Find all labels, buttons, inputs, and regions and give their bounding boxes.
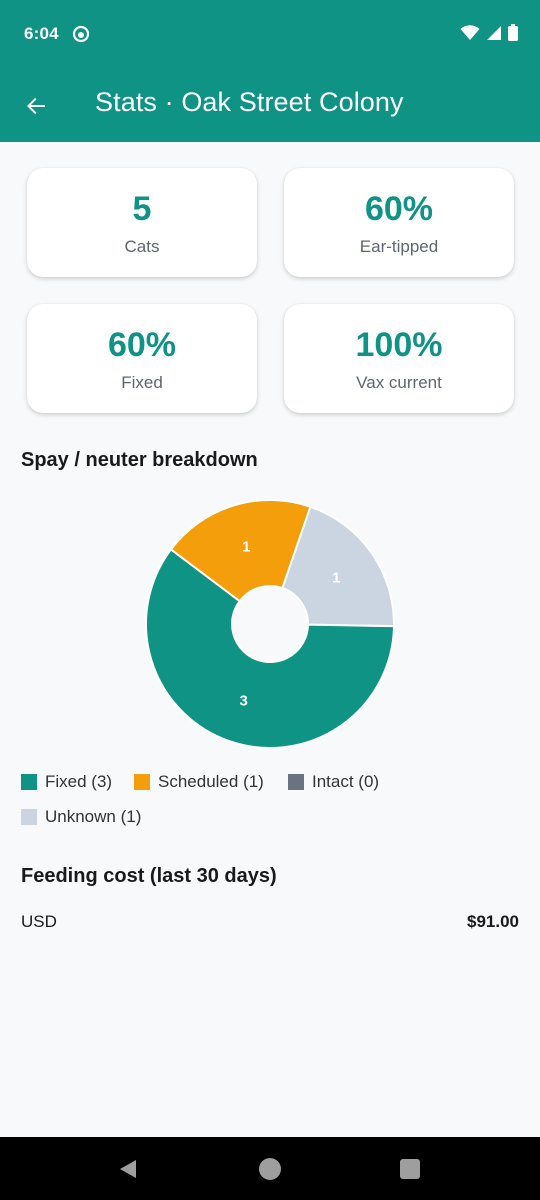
legend-label: Fixed (3)	[45, 772, 113, 791]
status-bar: 6:04	[0, 0, 540, 70]
stat-card-vax-current: 100% Vax current	[284, 304, 514, 413]
nav-recents-button[interactable]	[396, 1155, 424, 1183]
donut-data-label-unknown: 1	[332, 570, 340, 587]
circle-home-icon	[259, 1158, 281, 1180]
stat-value: 60%	[364, 190, 434, 228]
spay-donut-chart: 1 3 1	[0, 490, 540, 760]
status-time: 6:04	[24, 24, 59, 43]
stat-label: Fixed	[121, 373, 163, 392]
donut-data-label-scheduled: 1	[242, 539, 250, 556]
legend-label: Scheduled (1)	[158, 772, 264, 791]
legend-item-fixed: Fixed (3)	[21, 772, 112, 792]
currency-label: USD	[21, 912, 57, 931]
battery-icon	[508, 24, 518, 41]
status-icons	[460, 24, 518, 41]
stat-value: 100%	[355, 326, 443, 364]
signal-icon	[487, 25, 501, 40]
legend-item-intact: Intact (0)	[288, 772, 379, 792]
nav-home-button[interactable]	[256, 1155, 284, 1183]
app-bar: Stats · Oak Street Colony	[0, 70, 540, 142]
donut-chart-svg: 1 3 1	[145, 499, 396, 749]
nav-back-button[interactable]	[114, 1155, 142, 1183]
legend-swatch	[21, 774, 37, 790]
feeding-section-title: Feeding cost (last 30 days)	[21, 865, 277, 887]
triangle-back-icon	[120, 1160, 136, 1178]
stat-card-ear-tipped: 60% Ear-tipped	[284, 168, 514, 277]
donut-data-label-fixed: 3	[239, 693, 247, 710]
stat-card-fixed: 60% Fixed	[27, 304, 257, 413]
legend-swatch	[21, 809, 37, 825]
system-nav-bar	[0, 1137, 540, 1200]
square-recents-icon	[400, 1159, 420, 1179]
legend-item-unknown: Unknown (1)	[21, 807, 141, 827]
arrow-back-icon	[27, 97, 45, 115]
legend-swatch	[134, 774, 150, 790]
stat-label: Ear-tipped	[359, 237, 439, 256]
legend-item-scheduled: Scheduled (1)	[134, 772, 264, 792]
stat-value: 5	[132, 190, 152, 228]
cost-amount: $91.00	[467, 912, 519, 931]
wifi-icon	[460, 24, 480, 40]
stat-label: Vax current	[356, 373, 442, 392]
spay-section-title: Spay / neuter breakdown	[21, 449, 258, 471]
stat-card-cats: 5 Cats	[27, 168, 257, 277]
back-button[interactable]	[16, 86, 56, 126]
page-title: Stats · Oak Street Colony	[95, 87, 404, 117]
stat-label: Cats	[124, 237, 160, 256]
app-notification-icon	[72, 25, 90, 43]
legend-label: Intact (0)	[312, 772, 380, 791]
legend-label: Unknown (1)	[45, 807, 142, 826]
stat-value: 60%	[107, 326, 177, 364]
feeding-cost-row: USD $91.00	[21, 910, 519, 934]
legend-swatch	[288, 774, 304, 790]
